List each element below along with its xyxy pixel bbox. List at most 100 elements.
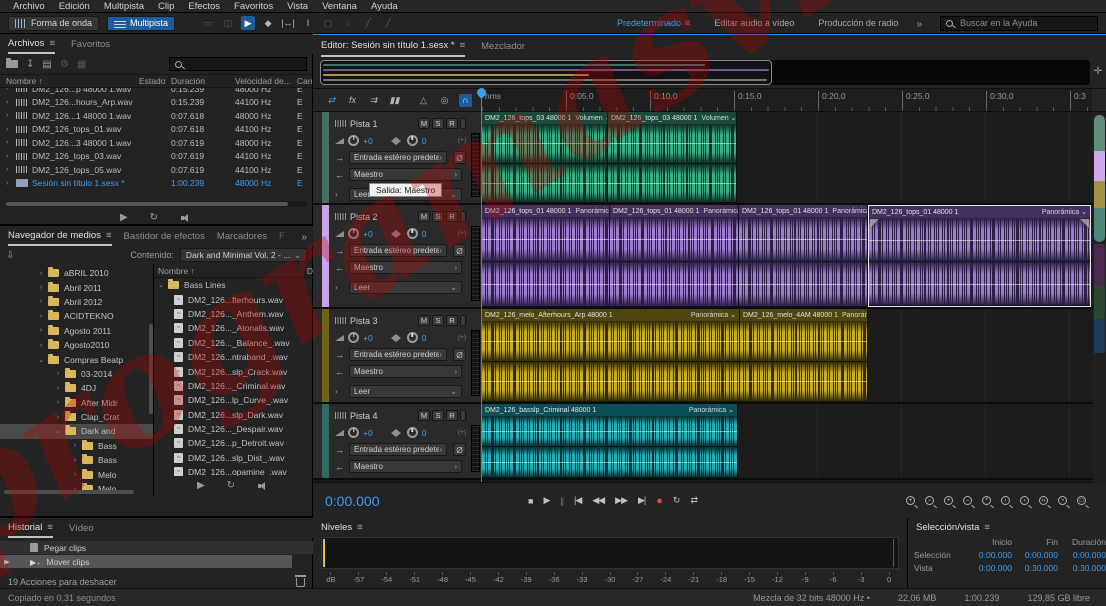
help-search-input[interactable] bbox=[958, 17, 1078, 29]
track-name[interactable]: Pista 4 bbox=[350, 411, 414, 421]
tree-folder-row[interactable]: › After Midr bbox=[0, 396, 153, 410]
track-output-selector[interactable]: Maestro› bbox=[349, 460, 462, 473]
input-monitor-button[interactable] bbox=[460, 118, 466, 129]
tree-folder-row[interactable]: › 03-2014 bbox=[0, 367, 153, 381]
panel-menu-icon[interactable] bbox=[49, 38, 55, 49]
pan-tool-icon[interactable] bbox=[1092, 66, 1104, 78]
media-file-row[interactable]: DM2_126..._Anthem.wav bbox=[154, 307, 313, 321]
audio-clip[interactable]: DM2_126_basslp_Criminal 48000 1Panorámic… bbox=[482, 404, 738, 478]
DM2_126_tops_01.wav[interactable]: › DM2_126_tops_01.wav 0:07.618 44100 Hz … bbox=[0, 123, 313, 137]
expand-chevron-icon[interactable]: › bbox=[6, 139, 16, 146]
expand-chevron-icon[interactable]: › bbox=[6, 99, 16, 106]
track-output-selector[interactable]: Maestro› bbox=[349, 261, 462, 274]
phase-invert-button[interactable]: Ø bbox=[453, 244, 466, 257]
track-lane[interactable]: DM2_126_tops_03 48000 1Volumen ⌄DM2_126_… bbox=[482, 112, 1106, 203]
metering-icon[interactable]: ▮▮ bbox=[388, 94, 401, 107]
editor-tab[interactable]: Editor: Sesión sin título 1.sesx * bbox=[321, 35, 465, 57]
media-file-row[interactable]: DM2_126..._Despair.wav bbox=[154, 422, 313, 436]
workspace-menu-icon[interactable] bbox=[685, 18, 690, 28]
panel-split-icon[interactable]: ◫ bbox=[221, 16, 235, 30]
media-file-row[interactable]: DM2_126...slp_Crack.wav bbox=[154, 364, 313, 378]
mixer-tab[interactable]: Mezclador bbox=[481, 35, 525, 57]
trash-icon[interactable] bbox=[296, 578, 305, 587]
media-file-row[interactable]: ⌄ Bass Lines bbox=[154, 278, 313, 292]
volume-value[interactable]: +0 bbox=[363, 333, 373, 343]
tree-folder-row[interactable]: › Bass bbox=[0, 453, 153, 467]
track-header[interactable]: Pista 3 M S R +0 0 (+) bbox=[313, 309, 482, 402]
track-name[interactable]: Pista 2 bbox=[350, 212, 414, 222]
DM2_126...1 48000 1.wav[interactable]: › DM2_126...1 48000 1.wav 0:07.618 48000… bbox=[0, 109, 313, 123]
solo-button[interactable]: S bbox=[432, 211, 444, 222]
track-input-selector[interactable]: Entrada estéreo predete› bbox=[349, 244, 447, 257]
clip-param-selector[interactable]: Panorámica ⌄ bbox=[575, 207, 609, 215]
ibeam-tool[interactable]: I bbox=[301, 16, 315, 30]
loop-playback-button[interactable]: ↻ bbox=[673, 495, 680, 506]
history-item[interactable]: Pegar clips bbox=[0, 541, 313, 554]
tree-folder-row[interactable]: › ACIDTEKNO bbox=[0, 309, 153, 323]
clip-param-selector[interactable]: Volumen ⌄ bbox=[701, 114, 736, 122]
automation-mode-selector[interactable]: Leer⌄ bbox=[349, 385, 462, 398]
preview-volume-icon[interactable] bbox=[180, 213, 193, 223]
input-monitor-button[interactable] bbox=[460, 410, 466, 421]
phase-invert-button[interactable]: Ø bbox=[453, 443, 466, 456]
selection-duration-value[interactable]: 0:00.000 bbox=[1058, 550, 1106, 560]
zoom-to-selection-button[interactable]: ‹› bbox=[1039, 496, 1048, 505]
slip-tool[interactable]: ╱ bbox=[361, 16, 375, 30]
expand-chevron-icon[interactable]: › bbox=[6, 112, 16, 119]
playhead[interactable] bbox=[481, 90, 482, 482]
go-to-end-button[interactable]: ▶| bbox=[638, 495, 645, 506]
tree-folder-row[interactable]: › Abril 2012 bbox=[0, 295, 153, 309]
time-selection-tool[interactable]: |↔| bbox=[281, 16, 295, 30]
clip-param-selector[interactable]: Panorámica ⌄ bbox=[691, 311, 736, 319]
pan-value[interactable]: 0 bbox=[422, 136, 427, 146]
files-panel-tab[interactable]: Favoritos bbox=[71, 34, 110, 54]
play-button[interactable]: ▶ bbox=[543, 495, 549, 506]
expand-chevron-icon[interactable]: › bbox=[6, 180, 16, 187]
zoom-in-right-edge-button[interactable]: › bbox=[1020, 496, 1029, 505]
track-name[interactable]: Pista 3 bbox=[350, 316, 414, 326]
expand-chevron-icon[interactable]: › bbox=[6, 166, 16, 173]
media-file-row[interactable]: DM2_126..._Criminal.wav bbox=[154, 379, 313, 393]
tree-folder-row[interactable]: › Abril 2011 bbox=[0, 280, 153, 294]
media-file-row[interactable]: DM2_126..._Atonalis.wav bbox=[154, 321, 313, 335]
volume-value[interactable]: +0 bbox=[363, 136, 373, 146]
volume-knob[interactable] bbox=[348, 228, 359, 239]
phase-invert-button[interactable]: Ø bbox=[453, 151, 466, 164]
clip-param-selector[interactable]: Panorámica ⌄ bbox=[1042, 208, 1087, 216]
preview-loop-button[interactable]: ↻ bbox=[150, 213, 158, 223]
expand-chevron-icon[interactable]: › bbox=[51, 385, 65, 392]
media-file-row[interactable]: DM2_126...slp_Dark.wav bbox=[154, 408, 313, 422]
menu-item[interactable]: Ayuda bbox=[364, 1, 405, 12]
pan-knob[interactable] bbox=[407, 135, 418, 146]
DM2_126_tops_05.wav[interactable]: › DM2_126_tops_05.wav 0:07.619 44100 Hz … bbox=[0, 163, 313, 177]
media-file-row[interactable]: DM2_126...slp_Dist_.wav bbox=[154, 451, 313, 465]
zoom-out-amplitude-button[interactable]: − bbox=[963, 496, 972, 505]
routing-icon[interactable]: ⇉ bbox=[367, 94, 380, 107]
volume-value[interactable]: +0 bbox=[363, 229, 373, 239]
audio-clip[interactable]: DM2_126_tops_01 48000 1Panorámica ⌄ bbox=[482, 205, 610, 307]
zoom-in-amplitude-button[interactable]: + bbox=[944, 496, 953, 505]
selection-view-tab[interactable]: Selección/vista bbox=[916, 518, 990, 536]
pan-value[interactable]: 0 bbox=[422, 229, 427, 239]
automation-mode-selector[interactable]: Leer⌄ bbox=[349, 281, 462, 294]
monitor-input-icon[interactable]: ∩ bbox=[459, 94, 472, 107]
mute-button[interactable]: M bbox=[418, 315, 430, 326]
tree-folder-row[interactable]: › aBRIL 2010 bbox=[0, 266, 153, 280]
pan-value[interactable]: 0 bbox=[422, 428, 427, 438]
menu-item[interactable]: Multipista bbox=[97, 1, 151, 12]
input-monitor-button[interactable] bbox=[460, 315, 466, 326]
media-panel-tab[interactable]: F bbox=[279, 226, 285, 246]
expand-chevron-icon[interactable]: › bbox=[68, 442, 82, 449]
zoom-timed-button[interactable]: ◔ bbox=[1058, 496, 1067, 505]
media-file-row[interactable]: DM2_126...fterhours.wav bbox=[154, 292, 313, 306]
preview-play-button[interactable]: ▶ bbox=[120, 213, 128, 223]
track-input-selector[interactable]: Entrada estéreo predete› bbox=[349, 348, 447, 361]
panel-layout-icon[interactable]: ▭ bbox=[201, 16, 215, 30]
media-file-row[interactable]: DM2_126...lp_Curve_.wav bbox=[154, 393, 313, 407]
view-duration-value[interactable]: 0:30.000 bbox=[1058, 563, 1106, 573]
clip-param-selector[interactable]: Panorámica ⌄ bbox=[703, 207, 738, 215]
tree-folder-row[interactable]: ⌄ Dark and bbox=[0, 424, 153, 438]
multitrack-view-button[interactable]: Multipista bbox=[107, 16, 175, 31]
volume-knob[interactable] bbox=[348, 332, 359, 343]
timeline-ruler[interactable]: hms 0:05,00:10,00:15,00:20,00:25,00:30,0… bbox=[482, 89, 1092, 111]
